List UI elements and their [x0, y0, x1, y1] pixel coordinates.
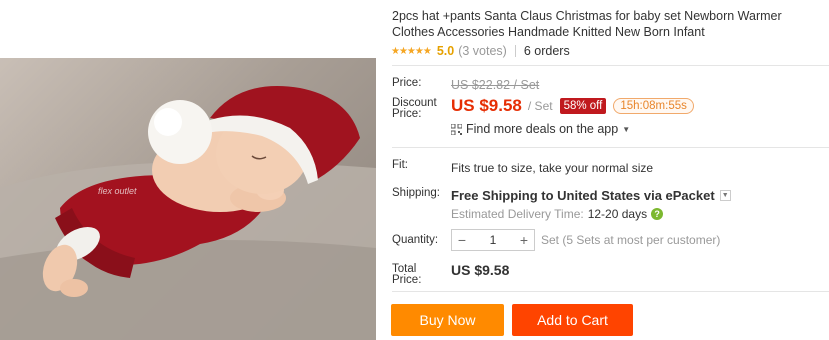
delivery-days: 12-20 days [587, 207, 648, 221]
price-unit: / Set [527, 99, 553, 113]
order-count: 6 orders [523, 44, 570, 58]
app-deals-link[interactable]: Find more deals on the app ▼ [450, 122, 631, 136]
stock-limit-text: Set (5 Sets at most per customer) [541, 233, 721, 247]
add-to-cart-button[interactable]: Add to Cart [512, 304, 633, 336]
increment-button[interactable]: + [514, 232, 534, 248]
shipping-text: Free Shipping to United States via ePack… [451, 188, 715, 203]
divider [392, 147, 829, 148]
shipping-method-selector[interactable]: Free Shipping to United States via ePack… [451, 188, 731, 203]
qr-code-icon [450, 123, 463, 135]
rating-score: 5.0 [436, 44, 455, 58]
fit-text: Fits true to size, take your normal size [451, 161, 654, 175]
divider [392, 291, 829, 292]
divider [392, 65, 829, 66]
total-price-label-line2: Price: [392, 274, 422, 286]
delivery-estimate: Estimated Delivery Time: 12-20 days ? [451, 207, 664, 221]
discount-price-label-line2: Price: [392, 108, 422, 120]
chevron-down-icon[interactable]: ▼ [719, 190, 731, 201]
shipping-label: Shipping: [392, 187, 440, 199]
product-info-panel: 2pcs hat +pants Santa Claus Christmas fo… [376, 0, 829, 340]
product-image[interactable]: flex outlet [0, 0, 376, 340]
quantity-input[interactable]: 1 [472, 233, 514, 247]
vote-count-link[interactable]: (3 votes) [458, 44, 507, 58]
fit-label: Fit: [392, 159, 408, 171]
baby-photo [0, 86, 376, 340]
price-label: Price: [392, 77, 422, 89]
image-watermark: flex outlet [98, 186, 137, 196]
total-price: US $9.58 [451, 262, 510, 278]
quantity-label: Quantity: [392, 234, 439, 246]
countdown-timer: 15h:08m:55s [613, 98, 694, 114]
original-price: US $22.82 / Set [451, 78, 540, 92]
star-rating-icon: ★★★★★ [391, 45, 432, 57]
discount-badge: 58% off [559, 98, 607, 114]
decrement-button[interactable]: − [452, 232, 472, 248]
rating-row: ★★★★★ 5.0 (3 votes) 6 orders [391, 43, 570, 59]
divider [514, 45, 516, 57]
help-icon[interactable]: ? [651, 208, 664, 220]
discount-price: US $9.58 [451, 96, 522, 115]
buy-now-button[interactable]: Buy Now [391, 304, 504, 336]
delivery-label: Estimated Delivery Time: [451, 207, 584, 221]
quantity-stepper: − 1 + [451, 229, 535, 251]
caret-down-icon: ▼ [622, 124, 631, 134]
discount-price-row: US $9.58 / Set 58% off 15h:08m:55s [451, 96, 694, 116]
product-title[interactable]: 2pcs hat +pants Santa Claus Christmas fo… [392, 8, 822, 40]
app-deals-text: Find more deals on the app [466, 122, 619, 136]
